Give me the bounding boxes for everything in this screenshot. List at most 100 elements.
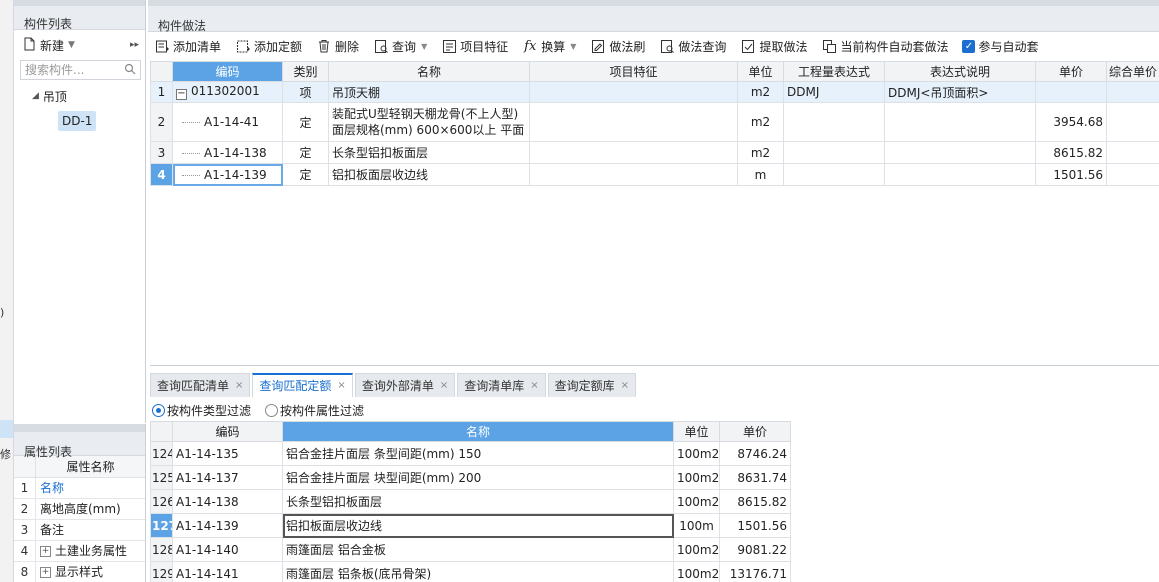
table-row[interactable]: 129 A1-14-141 雨篷面层 铝条板(底吊骨架) 100m2 13176… bbox=[150, 561, 791, 582]
strip-selected-item[interactable] bbox=[0, 420, 13, 438]
component-list-title: 构件列表 bbox=[14, 0, 145, 31]
close-icon[interactable]: × bbox=[235, 374, 243, 398]
tree-node-dd1[interactable]: DD-1 bbox=[58, 111, 96, 131]
expand-plus-icon[interactable]: + bbox=[40, 566, 51, 578]
extract-method-icon bbox=[740, 38, 756, 54]
new-component-button[interactable]: 新建 bbox=[40, 37, 64, 54]
property-name-header: 属性名称 bbox=[66, 460, 115, 474]
add-list-icon bbox=[154, 38, 170, 54]
table-row[interactable]: 124 A1-14-135 铝合金挂片面层 条型间距(mm) 150 100m2… bbox=[150, 441, 791, 466]
col-header-price[interactable]: 单价 bbox=[719, 421, 791, 442]
property-row[interactable]: 4 + 土建业务属性 bbox=[14, 541, 145, 562]
col-header-unit[interactable]: 单位 bbox=[737, 61, 784, 82]
quota-grid-header: 编码 名称 单位 单价 bbox=[150, 421, 791, 442]
formula-fx-icon: fx bbox=[524, 38, 537, 54]
col-header-price[interactable]: 单价 bbox=[1035, 61, 1107, 82]
query-button[interactable]: 查询 ▼ bbox=[373, 38, 427, 55]
method-brush-icon bbox=[590, 38, 606, 54]
chevron-down-icon[interactable]: ▼ bbox=[68, 40, 75, 50]
new-file-icon[interactable] bbox=[22, 37, 36, 54]
close-icon[interactable]: × bbox=[440, 374, 448, 398]
trash-icon bbox=[316, 38, 332, 54]
component-search-input[interactable] bbox=[25, 63, 124, 77]
radio-unselected-icon[interactable] bbox=[265, 403, 279, 417]
auto-method-icon bbox=[821, 38, 837, 54]
tree-node-ceiling[interactable]: ◢ 吊顶 bbox=[14, 84, 145, 108]
method-grid-header: 编码 类别 名称 项目特征 单位 工程量表达式 表达式说明 单价 综合单价 bbox=[150, 61, 1159, 82]
new-component-row: 新建 ▼ ▸▸ bbox=[14, 30, 145, 60]
panel-splitter[interactable] bbox=[150, 365, 1159, 366]
tree-collapse-icon[interactable]: ◢ bbox=[32, 91, 39, 101]
strip-fragment-text: 修 bbox=[0, 448, 11, 461]
extract-method-button[interactable]: 提取做法 bbox=[740, 38, 807, 55]
item-feature-icon bbox=[441, 38, 457, 54]
col-header-feature[interactable]: 项目特征 bbox=[529, 61, 738, 82]
method-toolbar: 添加清单 添加定额 删除 查询 ▼ 项目特征 fx 换算 ▼ 做法刷 做法查询 … bbox=[148, 32, 1159, 60]
table-row[interactable]: 1 −011302001 项 吊顶天棚 m2 DDMJ DDMJ<吊顶面积> bbox=[150, 81, 1159, 103]
col-header-expression[interactable]: 工程量表达式 bbox=[783, 61, 885, 82]
component-search-box bbox=[20, 60, 141, 80]
method-query-button[interactable]: 做法查询 bbox=[659, 38, 726, 55]
property-row[interactable]: 8 + 显示样式 bbox=[14, 562, 145, 582]
method-brush-button[interactable]: 做法刷 bbox=[590, 38, 645, 55]
filter-by-attr-radio[interactable]: 按构件属性过滤 bbox=[265, 402, 364, 419]
close-icon[interactable]: × bbox=[337, 374, 345, 398]
query-icon bbox=[373, 38, 389, 54]
convert-button[interactable]: fx 换算 ▼ bbox=[522, 38, 576, 55]
tree-node-label: 吊顶 bbox=[42, 89, 67, 104]
property-list-panel: 属性列表 属性名称 1 名称 2 离地高度(mm) 3 备注 4 + 土建业务属性… bbox=[14, 424, 146, 582]
collapse-minus-icon[interactable]: − bbox=[176, 89, 187, 100]
chevron-down-icon[interactable]: ▼ bbox=[570, 42, 576, 51]
col-header-name[interactable]: 名称 bbox=[328, 61, 530, 82]
col-header-total-price[interactable]: 综合单价 bbox=[1106, 61, 1159, 82]
expand-panel-icon[interactable]: ▸▸ bbox=[130, 40, 139, 50]
component-method-panel: 构件做法 添加清单 添加定额 删除 查询 ▼ 项目特征 fx 换算 ▼ 做法刷 … bbox=[148, 0, 1159, 582]
radio-selected-icon[interactable] bbox=[152, 403, 165, 417]
filter-options: 按构件类型过滤 按构件属性过滤 bbox=[152, 400, 374, 420]
col-header-code[interactable]: 编码 bbox=[172, 61, 283, 82]
tab-quota-library[interactable]: 查询定额库 × bbox=[547, 373, 637, 398]
left-edge-strip: ) 修 bbox=[0, 0, 14, 582]
col-header-type[interactable]: 类别 bbox=[282, 61, 329, 82]
tab-match-quota[interactable]: 查询匹配定额 × bbox=[252, 373, 353, 398]
component-list-panel: 构件列表 新建 ▼ ▸▸ ◢ 吊顶 DD-1 bbox=[14, 0, 146, 423]
tab-match-list[interactable]: 查询匹配清单 × bbox=[150, 373, 251, 398]
chevron-down-icon[interactable]: ▼ bbox=[421, 42, 427, 51]
add-quota-button[interactable]: 添加定额 bbox=[235, 38, 302, 55]
add-list-button[interactable]: 添加清单 bbox=[154, 38, 221, 55]
filter-by-type-radio[interactable]: 按构件类型过滤 bbox=[152, 402, 251, 419]
tab-list-library[interactable]: 查询清单库 × bbox=[457, 373, 546, 398]
table-row[interactable]: 2 A1-14-41 定 装配式U型轻钢天棚龙骨(不上人型) 面层规格(mm) … bbox=[150, 102, 1159, 142]
table-row[interactable]: 126 A1-14-138 长条型铝扣板面层 100m2 8615.82 bbox=[150, 489, 791, 514]
property-row[interactable]: 2 离地高度(mm) bbox=[14, 499, 145, 520]
main-panel-title: 构件做法 bbox=[148, 0, 1159, 33]
table-row[interactable]: 127 A1-14-139 铝扣板面层收边线 100m 1501.56 bbox=[150, 513, 791, 538]
expand-plus-icon[interactable]: + bbox=[40, 545, 51, 557]
col-header-name[interactable]: 名称 bbox=[282, 421, 674, 442]
strip-fragment-bracket: ) bbox=[0, 306, 5, 319]
col-header-unit[interactable]: 单位 bbox=[673, 421, 720, 442]
checkbox-checked-icon[interactable]: ✓ bbox=[962, 39, 976, 53]
close-icon[interactable]: × bbox=[621, 374, 629, 398]
table-row[interactable]: 125 A1-14-137 铝合金挂片面层 块型间距(mm) 200 100m2… bbox=[150, 465, 791, 490]
add-quota-icon bbox=[235, 38, 251, 54]
delete-button[interactable]: 删除 bbox=[316, 38, 359, 55]
method-grid: 编码 类别 名称 项目特征 单位 工程量表达式 表达式说明 单价 综合单价 1 … bbox=[150, 61, 1159, 186]
property-list-header: 属性名称 bbox=[14, 456, 145, 478]
auto-method-button[interactable]: 当前构件自动套做法 bbox=[821, 38, 948, 55]
property-row[interactable]: 3 备注 bbox=[14, 520, 145, 541]
search-icon[interactable] bbox=[124, 63, 136, 78]
table-row[interactable]: 4 A1-14-139 定 铝扣板面层收边线 m 1501.56 bbox=[150, 163, 1159, 186]
quota-query-grid: 编码 名称 单位 单价 124 A1-14-135 铝合金挂片面层 条型间距(m… bbox=[150, 421, 791, 582]
auto-join-checkbox[interactable]: ✓ 参与自动套 bbox=[962, 38, 1038, 55]
close-icon[interactable]: × bbox=[530, 374, 538, 398]
table-row[interactable]: 3 A1-14-138 定 长条型铝扣板面层 m2 8615.82 bbox=[150, 141, 1159, 164]
query-tabs: 查询匹配清单 × 查询匹配定额 × 查询外部清单 × 查询清单库 × 查询定额库 × bbox=[150, 373, 637, 398]
item-feature-button[interactable]: 项目特征 bbox=[441, 38, 508, 55]
table-row[interactable]: 128 A1-14-140 雨篷面层 铝合金板 100m2 9081.22 bbox=[150, 537, 791, 562]
col-header-expression-desc[interactable]: 表达式说明 bbox=[884, 61, 1036, 82]
tab-external-list[interactable]: 查询外部清单 × bbox=[354, 373, 456, 398]
property-row[interactable]: 1 名称 bbox=[14, 478, 145, 499]
col-header-code[interactable]: 编码 bbox=[172, 421, 283, 442]
property-list-title: 属性列表 bbox=[14, 424, 145, 459]
